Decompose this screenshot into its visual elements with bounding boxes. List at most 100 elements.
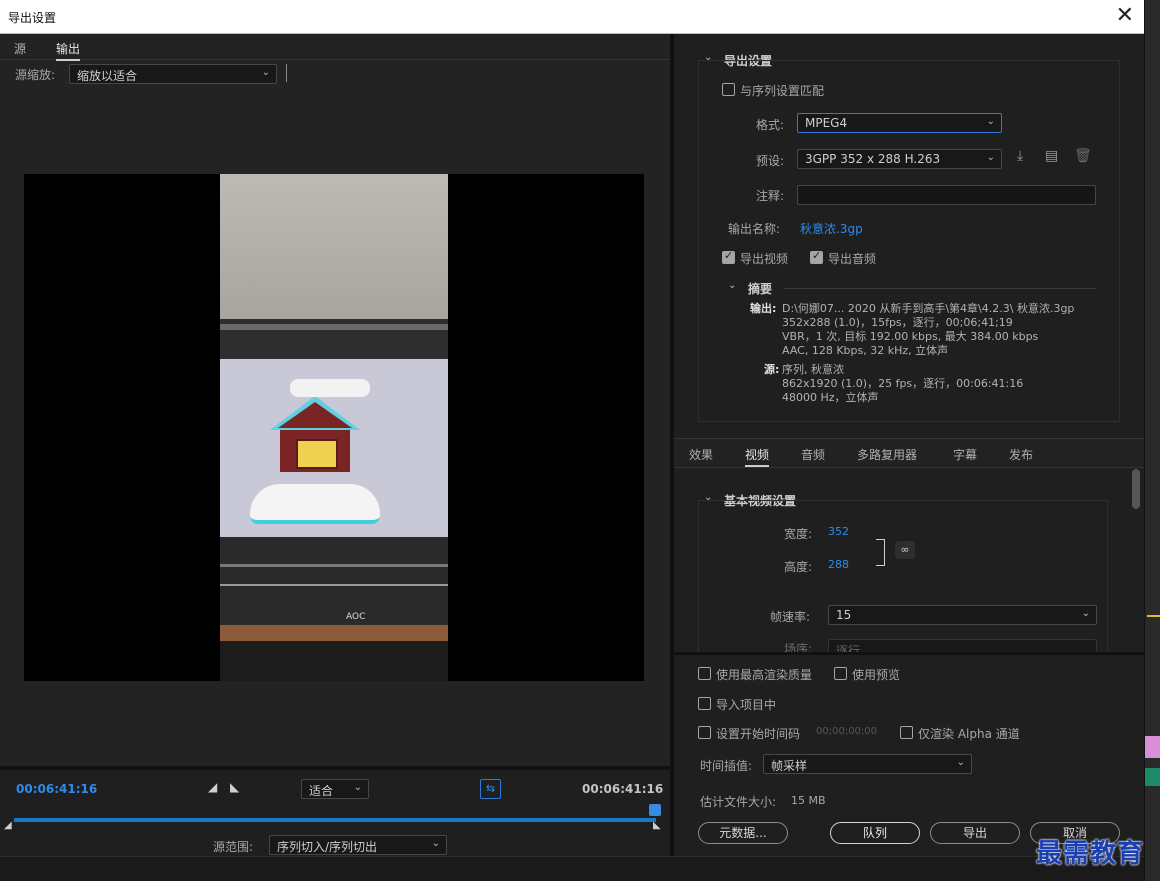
width-value[interactable]: 352	[828, 525, 849, 538]
time-interp-label: 时间插值:	[700, 759, 753, 773]
metadata-button[interactable]: 元数据...	[698, 822, 788, 844]
framerate-label: 帧速率:	[770, 610, 811, 624]
source-range-dropdown[interactable]: 序列切入/序列切出 ⌄	[269, 835, 447, 855]
summary-title: 摘要	[748, 282, 773, 296]
settings-tabs: 效果 视频 音频 多路复用器 字幕 发布	[674, 438, 1144, 468]
import-preset-icon[interactable]: ▤	[1045, 148, 1058, 164]
summary-output-label: 输出:	[750, 302, 777, 315]
aspect-toggle-icon[interactable]: ⇆	[480, 779, 501, 799]
tab-video[interactable]: 视频	[745, 446, 770, 467]
match-sequence-label: 与序列设置匹配	[740, 84, 825, 98]
summary-source-line: 862x1920 (1.0)，25 fps，逐行，00:06:41:16	[782, 377, 1024, 390]
preview-tabs: 源 输出	[0, 34, 670, 61]
use-preview-checkbox[interactable]	[834, 667, 847, 680]
source-scale-label: 源缩放:	[15, 68, 56, 82]
chevron-down-icon: ⌄	[986, 116, 995, 127]
summary-source-line: 48000 Hz，立体声	[782, 391, 879, 404]
max-render-quality-checkbox[interactable]	[698, 667, 711, 680]
summary-source-block: 序列, 秋意浓 862x1920 (1.0)，25 fps，逐行，00:06:4…	[782, 363, 1023, 405]
comment-input[interactable]	[797, 185, 1096, 205]
range-end-marker-icon[interactable]: ◣	[653, 820, 661, 831]
output-name-label: 输出名称:	[728, 222, 781, 236]
match-sequence-checkbox[interactable]	[722, 83, 735, 96]
summary-output-line: 352x288 (1.0)，15fps，逐行，00;06;41;19	[782, 316, 1013, 329]
watermark-text: 最需教育	[1036, 839, 1145, 869]
chevron-down-icon: ⌄	[261, 67, 270, 78]
export-video-label: 导出视频	[740, 252, 789, 266]
preset-label: 预设:	[756, 154, 785, 168]
alpha-only-checkbox[interactable]	[900, 726, 913, 739]
title-bar: 导出设置 ✕	[0, 0, 1144, 34]
background-app-strip	[1144, 0, 1160, 881]
close-icon[interactable]: ✕	[1116, 3, 1134, 29]
timeline-track[interactable]	[14, 818, 656, 822]
video-preview: AOC	[24, 174, 644, 681]
width-label: 宽度:	[784, 527, 813, 541]
output-name-link[interactable]: 秋意浓.3gp	[800, 220, 863, 237]
time-interp-dropdown[interactable]: 帧采样 ⌄	[763, 754, 972, 774]
summary-output-line: AAC, 128 Kbps, 32 kHz, 立体声	[782, 344, 949, 357]
tab-captions[interactable]: 字幕	[953, 446, 977, 463]
timecode-out: 00:06:41:16	[582, 782, 664, 796]
bottom-options: 使用最高渲染质量 使用预览 导入项目中 设置开始时间码 00;00;00;00 …	[674, 652, 1144, 856]
tab-output[interactable]: 输出	[56, 40, 81, 61]
export-audio-checkbox[interactable]	[810, 249, 823, 264]
import-project-label: 导入项目中	[716, 698, 777, 712]
chevron-down-icon: ⌄	[353, 782, 362, 793]
source-scale-dropdown[interactable]: 缩放以适合 ⌄	[69, 64, 277, 84]
tab-source[interactable]: 源	[14, 40, 26, 57]
scrollbar-thumb[interactable]	[1132, 469, 1140, 509]
settings-panel: ⌄ 导出设置 与序列设置匹配 格式: MPEG4 ⌄ 预设: 3GPP 352 …	[674, 34, 1144, 856]
framerate-dropdown[interactable]: 15 ⌄	[828, 605, 1097, 625]
tab-multiplexer[interactable]: 多路复用器	[857, 446, 917, 463]
preset-dropdown[interactable]: 3GPP 352 x 288 H.263 ⌄	[797, 149, 1002, 169]
tab-publish[interactable]: 发布	[1009, 446, 1033, 463]
summary-output-line: VBR，1 次, 目标 192.00 kbps, 最大 384.00 kbps	[782, 330, 1039, 343]
summary-chevron-icon[interactable]: ⌄	[728, 280, 736, 291]
summary-divider	[784, 288, 1096, 289]
trash-icon[interactable]: 🗑	[1074, 148, 1092, 164]
video-frame-image: AOC	[220, 174, 448, 681]
format-label: 格式:	[756, 118, 785, 132]
summary-source-line: 序列, 秋意浓	[782, 363, 844, 376]
use-preview-label: 使用预览	[852, 668, 901, 682]
chevron-down-icon: ⌄	[986, 152, 995, 163]
source-range-value: 序列切入/序列切出	[277, 840, 378, 854]
preview-panel: 源 输出 源缩放: 缩放以适合 ⌄ AOC 00:06:41:16 ◢ ◣ 适合…	[0, 34, 670, 856]
tab-effects[interactable]: 效果	[689, 446, 713, 463]
time-interp-value: 帧采样	[771, 759, 808, 773]
timeline-area: 00:06:41:16 ◢ ◣ 适合 ⌄ ⇆ 00:06:41:16 ◢ ◣ 源…	[0, 766, 670, 856]
playhead-handle[interactable]	[649, 804, 661, 816]
fit-value: 适合	[309, 784, 334, 798]
est-size-label: 估计文件大小:	[700, 795, 777, 809]
import-project-checkbox[interactable]	[698, 697, 711, 710]
summary-output-line: D:\何娜07... 2020 从新手到高手\第4章\4.2.3\ 秋意浓.3g…	[782, 302, 1075, 315]
export-button[interactable]: 导出	[930, 822, 1020, 844]
monitor-brand-text: AOC	[346, 612, 366, 622]
set-in-point-icon[interactable]: ◢	[208, 780, 217, 794]
source-range-label: 源范围:	[213, 840, 254, 854]
est-size-value: 15 MB	[791, 794, 826, 807]
save-preset-icon[interactable]: ⤓	[1017, 148, 1023, 164]
export-video-checkbox[interactable]	[722, 249, 735, 264]
max-render-quality-label: 使用最高渲染质量	[716, 668, 813, 682]
summary-source-label: 源:	[764, 363, 780, 376]
framerate-value: 15	[836, 608, 852, 622]
link-icon[interactable]: ∞	[895, 541, 915, 559]
range-start-marker-icon[interactable]: ◢	[4, 820, 12, 831]
set-out-point-icon[interactable]: ◣	[230, 780, 239, 794]
queue-button[interactable]: 队列	[830, 822, 920, 844]
height-value[interactable]: 288	[828, 558, 849, 571]
chevron-down-icon: ⌄	[956, 757, 965, 768]
export-audio-label: 导出音频	[828, 252, 877, 266]
source-scale-value: 缩放以适合	[77, 69, 138, 83]
alpha-only-label: 仅渲染 Alpha 通道	[918, 727, 1020, 741]
video-settings-area: ⌄ 基本视频设置 宽度: 352 高度: 288 ∞ 帧速率: 15 ⌄ 场序:…	[674, 469, 1144, 654]
height-label: 高度:	[784, 560, 813, 574]
format-dropdown[interactable]: MPEG4 ⌄	[797, 113, 1002, 133]
format-value: MPEG4	[805, 116, 848, 130]
fit-dropdown[interactable]: 适合 ⌄	[301, 779, 369, 799]
tab-audio[interactable]: 音频	[801, 446, 825, 463]
start-timecode-checkbox[interactable]	[698, 726, 711, 739]
start-timecode-label: 设置开始时间码	[716, 727, 801, 741]
